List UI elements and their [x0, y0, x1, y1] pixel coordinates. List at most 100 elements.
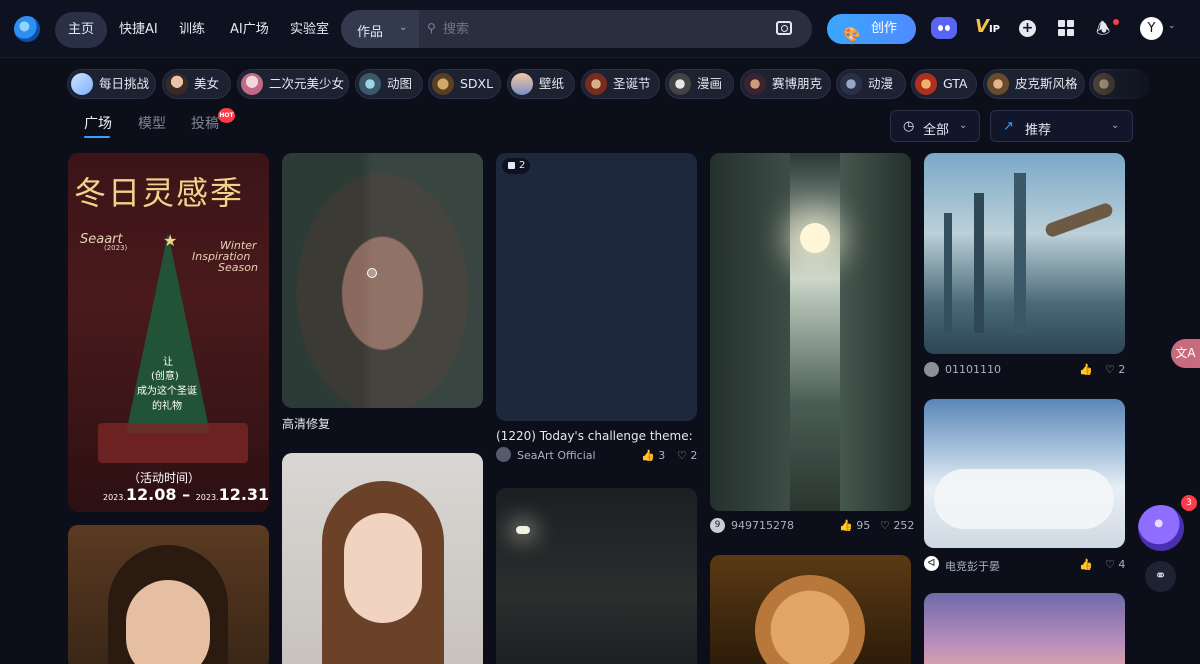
image-count-badge: 2	[502, 158, 530, 174]
nav-quick-ai[interactable]: 快捷AI	[106, 12, 171, 48]
challenge-card-image[interactable]	[496, 153, 697, 421]
poster-line-4: 的礼物	[152, 401, 182, 412]
favorite-count: 2	[690, 449, 698, 462]
add-icon[interactable]: +	[1019, 20, 1036, 37]
foggy-street-card[interactable]	[496, 488, 697, 664]
like-button[interactable]: 👍	[1079, 558, 1093, 571]
tag-christmas[interactable]: 圣诞节	[581, 69, 660, 99]
vip-icon[interactable]: VIP	[975, 16, 1000, 37]
favorite-count: 4	[1118, 558, 1126, 571]
favorite-button[interactable]: ♡ 252	[880, 519, 914, 532]
poster-line-3: 成为这个圣诞	[137, 386, 197, 397]
beauty-thumb-icon	[166, 73, 188, 95]
tab-plaza[interactable]: 广场	[84, 113, 112, 133]
discord-icon[interactable]	[931, 17, 957, 39]
favorite-button[interactable]: ♡ 2	[677, 449, 697, 462]
stack-icon	[508, 162, 515, 169]
camera-icon[interactable]	[776, 21, 792, 35]
author-avatar[interactable]: ᐊ	[924, 556, 939, 571]
nav-ai-plaza[interactable]: AI广场	[217, 12, 282, 48]
tag-label: 美女	[194, 76, 220, 91]
tag-comic[interactable]: 漫画	[665, 69, 734, 99]
tag-cyberpunk[interactable]: 赛博朋克	[740, 69, 831, 99]
hot-badge: HOT	[218, 108, 235, 123]
like-button[interactable]: 👍 95	[839, 519, 870, 532]
tag-wallpaper[interactable]: 壁纸	[507, 69, 575, 99]
clouds-author[interactable]: 电竞彭于晏	[945, 558, 1000, 574]
author-avatar[interactable]	[496, 447, 511, 462]
anime-thumb-icon	[840, 73, 862, 95]
gta-thumb-icon	[915, 73, 937, 95]
logo-icon[interactable]	[14, 16, 40, 42]
tower-2	[974, 193, 984, 333]
split-overlay	[282, 153, 483, 408]
tag-anime-girl[interactable]: 二次元美少女	[237, 69, 349, 99]
top-bar: 主页 快捷AI 训练 AI广场 实验室 作品 ⌄ ⚲ 🎨 创作 VIP + 🕭 …	[0, 0, 1200, 58]
tag-anime[interactable]: 动漫	[836, 69, 906, 99]
like-button[interactable]: 👍	[1079, 363, 1093, 376]
city-author[interactable]: 949715278	[731, 519, 794, 532]
palette-icon: 🎨	[843, 27, 861, 43]
tag-animated[interactable]: 动图	[355, 69, 423, 99]
favorite-button[interactable]: ♡ 2	[1105, 363, 1125, 376]
challenge-author[interactable]: SeaArt Official	[517, 449, 596, 462]
puppy-card[interactable]	[710, 555, 911, 664]
author-avatar[interactable]: 9	[710, 518, 725, 533]
tower-3	[1014, 173, 1026, 333]
tab-submit[interactable]: 投稿	[191, 113, 219, 133]
nav-training[interactable]: 训练	[166, 12, 218, 48]
like-button[interactable]: 👍 3	[641, 449, 665, 462]
sunset-card[interactable]	[924, 593, 1125, 664]
tag-label: 每日挑战	[99, 76, 150, 91]
tag-sdxl[interactable]: SDXL	[428, 69, 501, 99]
challenge-card-title[interactable]: (1220) Today's challenge theme: Far...	[496, 429, 697, 443]
tab-models[interactable]: 模型	[138, 113, 166, 133]
active-tab-indicator	[84, 136, 110, 138]
assistant-orb-icon[interactable]	[1138, 505, 1184, 551]
nav-home[interactable]: 主页	[55, 12, 108, 48]
anime-girl-thumb-icon	[241, 73, 263, 95]
skyscraper-card[interactable]	[710, 153, 911, 511]
translate-button[interactable]: 文A	[1171, 339, 1200, 368]
apps-grid-icon[interactable]	[1058, 20, 1074, 36]
tag-label: 皮克斯风格	[1015, 76, 1078, 91]
tag-daily-challenge[interactable]: 每日挑战	[67, 69, 156, 99]
puppy-shape	[755, 575, 865, 664]
search-input[interactable]	[443, 18, 763, 40]
create-button-label: 创作	[871, 21, 898, 36]
author-avatar[interactable]	[924, 362, 939, 377]
clouds-card[interactable]	[924, 399, 1125, 548]
tag-beauty[interactable]: 美女	[162, 69, 231, 99]
restore-card-image[interactable]	[282, 153, 483, 408]
portrait-card-1[interactable]	[68, 525, 269, 664]
nav-lab[interactable]: 实验室	[277, 12, 342, 48]
christmas-thumb-icon	[585, 73, 607, 95]
headset-support-icon[interactable]: ⚭	[1145, 561, 1176, 592]
avatar[interactable]: Y	[1140, 17, 1163, 40]
tag-label: 漫画	[697, 76, 723, 91]
compare-handle[interactable]	[367, 268, 377, 278]
search-scope-label: 作品	[357, 25, 384, 40]
airship	[1043, 201, 1115, 239]
poster-start-year: 2023.	[103, 493, 126, 502]
notification-dot	[1113, 19, 1119, 25]
like-count: 3	[658, 449, 666, 462]
scifi-author[interactable]: 01101110	[945, 363, 1001, 376]
animated-thumb-icon	[359, 73, 381, 95]
chevron-down-icon[interactable]: ⌄	[1168, 21, 1176, 31]
bell-icon[interactable]: 🕭	[1096, 18, 1110, 45]
search-icon: ⚲	[427, 21, 436, 35]
poster-title: 冬日灵感季	[74, 174, 245, 212]
chevron-down-icon: ⌄	[959, 120, 968, 131]
portrait-card-2[interactable]	[282, 453, 483, 664]
trending-icon: ↗	[1003, 119, 1014, 134]
time-filter-select[interactable]: ◷ 全部 ⌄	[890, 110, 980, 142]
favorite-button[interactable]: ♡ 4	[1105, 558, 1125, 571]
clock-icon: ◷	[903, 119, 915, 134]
create-button[interactable]: 🎨 创作	[827, 14, 916, 44]
tag-gta[interactable]: GTA	[911, 69, 977, 99]
sort-filter-select[interactable]: ↗ 推荐 ⌄	[990, 110, 1133, 142]
tag-pixar-style[interactable]: 皮克斯风格	[983, 69, 1085, 99]
scifi-city-card[interactable]	[924, 153, 1125, 354]
search-scope-select[interactable]: 作品 ⌄	[341, 10, 419, 48]
